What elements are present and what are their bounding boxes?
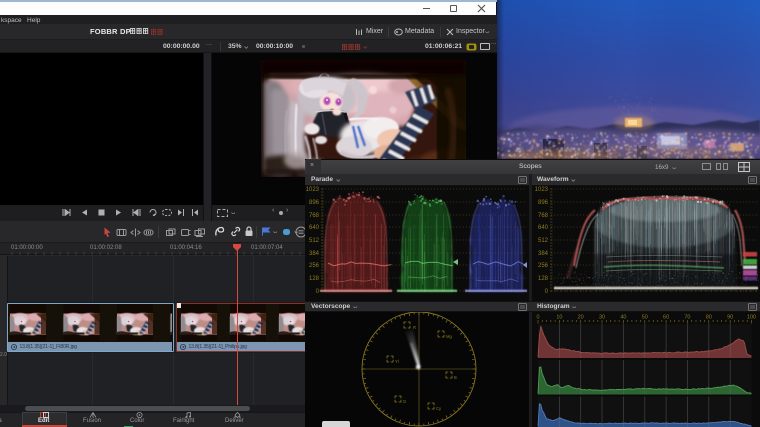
svg-text:70: 70: [684, 315, 690, 321]
svg-text:10: 10: [556, 315, 562, 321]
svg-text:640: 640: [538, 225, 549, 231]
svg-text:256: 256: [538, 263, 549, 269]
svg-text:80: 80: [706, 315, 712, 321]
svg-text:G: G: [403, 399, 406, 404]
svg-text:896: 896: [538, 200, 549, 206]
svg-text:60: 60: [663, 315, 669, 321]
svg-text:128: 128: [538, 276, 549, 282]
svg-text:50: 50: [642, 315, 648, 321]
svg-text:384: 384: [309, 251, 320, 257]
svg-text:1023: 1023: [535, 187, 549, 193]
svg-text:512: 512: [309, 238, 320, 244]
svg-text:0: 0: [536, 315, 539, 321]
svg-text:Cy: Cy: [436, 406, 442, 411]
svg-text:128: 128: [309, 276, 320, 282]
svg-text:1023: 1023: [306, 187, 320, 193]
svg-text:896: 896: [309, 200, 320, 206]
svg-text:384: 384: [538, 251, 549, 257]
svg-text:640: 640: [309, 225, 320, 231]
svg-text:20: 20: [578, 315, 584, 321]
svg-text:40: 40: [620, 315, 626, 321]
svg-text:256: 256: [309, 263, 320, 269]
svg-text:90: 90: [727, 315, 733, 321]
svg-text:768: 768: [309, 213, 320, 219]
svg-text:R: R: [413, 325, 416, 330]
svg-text:B: B: [454, 375, 457, 380]
svg-text:100: 100: [747, 315, 756, 321]
svg-text:512: 512: [538, 238, 549, 244]
svg-text:Yl: Yl: [395, 359, 399, 364]
svg-text:Mg: Mg: [446, 334, 452, 339]
svg-text:30: 30: [599, 315, 605, 321]
svg-text:768: 768: [538, 213, 549, 219]
